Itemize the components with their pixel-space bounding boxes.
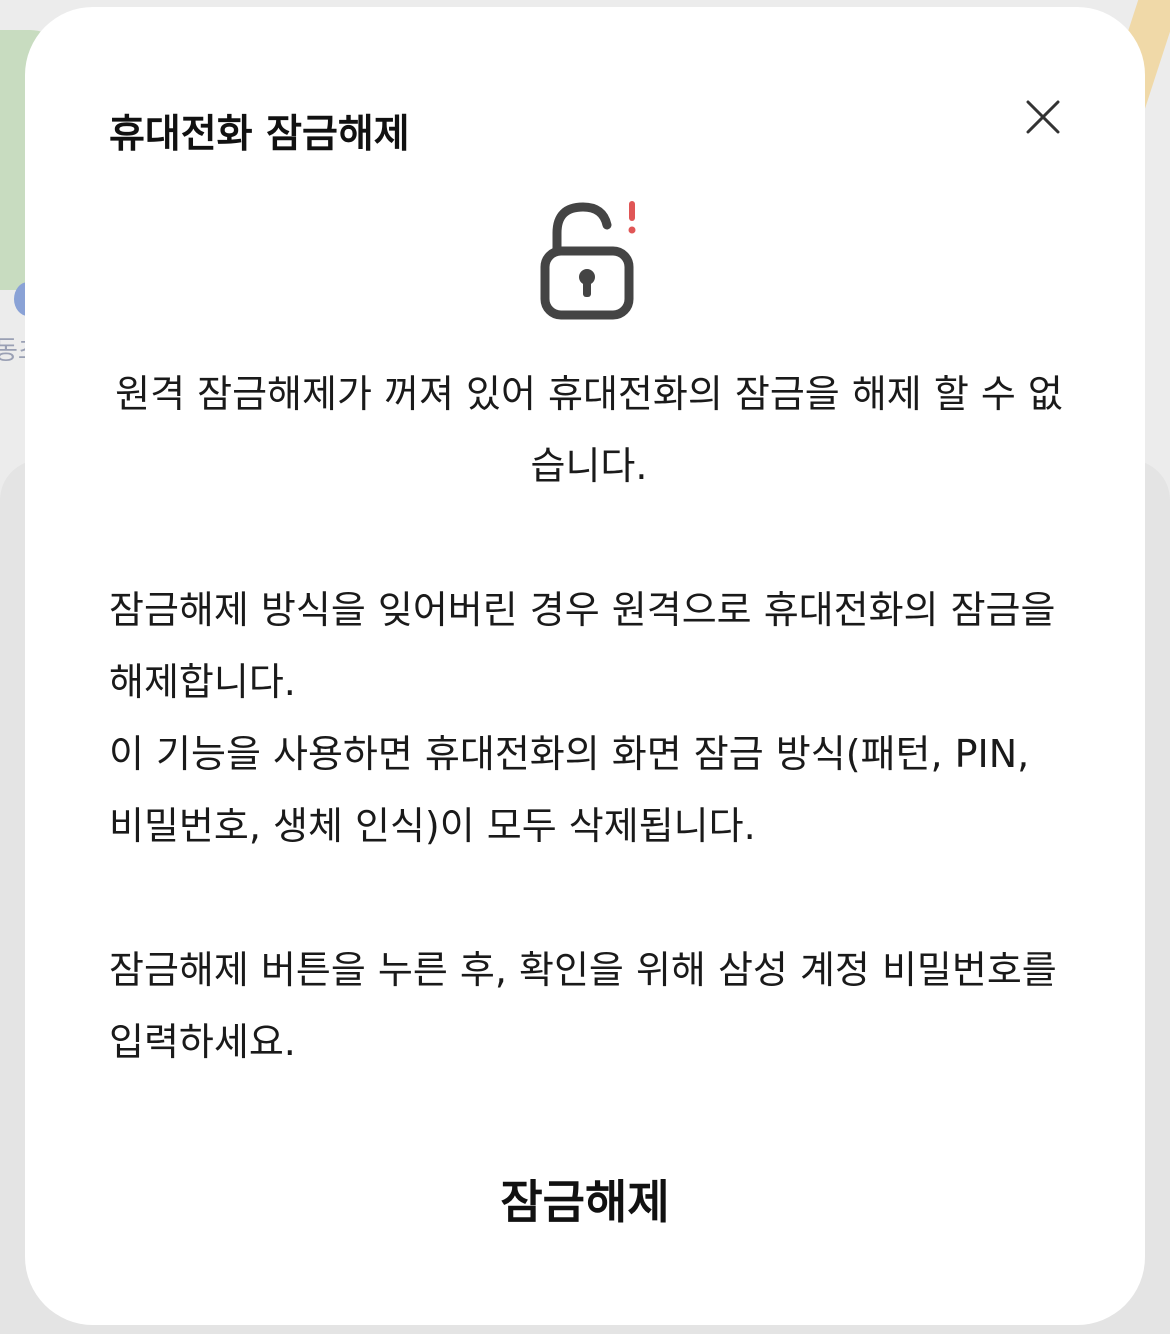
unlocked-padlock-warning-icon: [540, 201, 636, 320]
warning-message: 원격 잠금해제가 꺼져 있어 휴대전화의 잠금을 해제 할 수 없습니다.: [115, 372, 1063, 488]
dialog-title: 휴대전화 잠금해제: [109, 112, 410, 157]
close-icon: [1026, 100, 1060, 134]
lock-icon-container: [535, 195, 645, 325]
description-block: 잠금해제 방식을 잊어버린 경우 원격으로 휴대전화의 잠금을 해제합니다. 이…: [109, 574, 1069, 862]
close-button[interactable]: [1015, 89, 1071, 145]
description-line: 이 기능을 사용하면 휴대전화의 화면 잠금 방식(패턴, PIN, 비밀번호,…: [109, 732, 1030, 848]
unlock-phone-dialog: 휴대전화 잠금해제 원격 잠금해제가 꺼져 있어 휴대전화의 잠금을 해제 할 …: [25, 7, 1145, 1325]
unlock-button[interactable]: 잠금해제: [385, 1157, 785, 1247]
instruction-message: 잠금해제 버튼을 누른 후, 확인을 위해 삼성 계정 비밀번호를 입력하세요.: [109, 948, 1057, 1064]
description-line: 잠금해제 방식을 잊어버린 경우 원격으로 휴대전화의 잠금을 해제합니다.: [109, 588, 1056, 704]
